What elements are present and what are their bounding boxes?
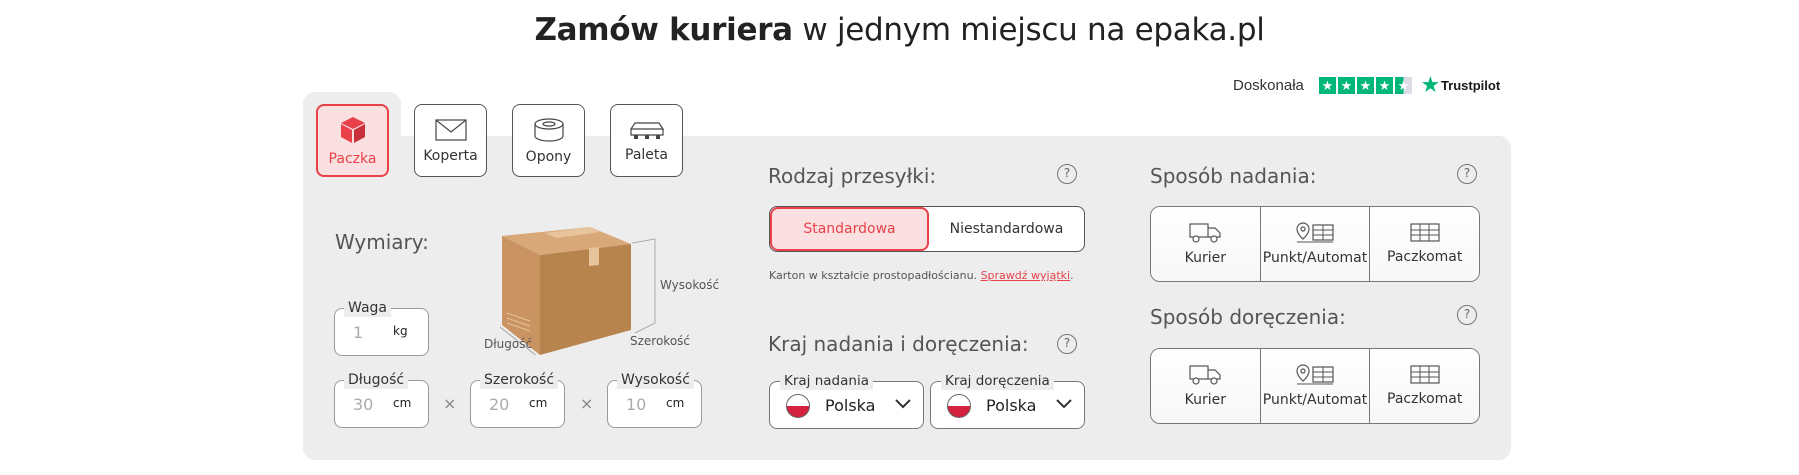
- trustpilot-logo: ★ Trustpilot: [1422, 76, 1500, 95]
- trustpilot-rating[interactable]: Doskonała ★ ★ ★ ★ ★ ★ Trustpilot: [1233, 76, 1500, 95]
- package-type-label: Koperta: [423, 147, 478, 164]
- note-text: Karton w kształcie prostopadłościanu.: [769, 269, 978, 282]
- chevron-down-icon: [1056, 399, 1072, 409]
- origin-country-label: Kraj nadania: [780, 372, 873, 390]
- weight-input[interactable]: 1: [353, 323, 363, 342]
- destination-country-value: Polska: [986, 396, 1037, 415]
- length-field[interactable]: Długość 30 cm: [334, 371, 429, 428]
- send-option-label: Kurier: [1184, 250, 1227, 266]
- weight-label: Waga: [344, 299, 391, 317]
- parcel-locker-icon: [1410, 365, 1440, 384]
- shipment-note: Karton w kształcie prostopadłościanu. Sp…: [769, 269, 1074, 282]
- send-option-punkt-automat[interactable]: Punkt/Automat: [1260, 207, 1371, 281]
- truck-icon: [1189, 223, 1221, 243]
- half-star-icon: ★: [1394, 77, 1412, 94]
- length-input[interactable]: 30: [353, 395, 373, 414]
- width-unit: cm: [529, 396, 548, 410]
- width-field[interactable]: Szerokość 20 cm: [470, 371, 565, 428]
- illus-height-label: Wysokość: [660, 278, 720, 292]
- countries-title: Kraj nadania i doręczenia:: [768, 332, 1029, 356]
- package-type-koperta[interactable]: Koperta: [414, 104, 487, 177]
- weight-field[interactable]: Waga 1 kg: [334, 299, 429, 356]
- delivery-option-kurier[interactable]: Kurier: [1151, 349, 1261, 423]
- star-icon: ★: [1337, 77, 1355, 94]
- delivery-method-title: Sposób doręczenia:: [1150, 305, 1346, 329]
- delivery-option-label: Kurier: [1184, 392, 1227, 408]
- trustpilot-star-icon: ★: [1421, 75, 1439, 96]
- help-icon[interactable]: ?: [1057, 334, 1077, 354]
- length-unit: cm: [393, 396, 412, 410]
- poland-flag-icon: [786, 394, 810, 418]
- poland-flag-icon: [947, 394, 971, 418]
- dimensions-title: Wymiary:: [335, 230, 429, 254]
- package-type-label: Paczka: [328, 150, 377, 167]
- height-field[interactable]: Wysokość 10 cm: [607, 371, 702, 428]
- rating-stars: ★ ★ ★ ★ ★: [1318, 77, 1412, 94]
- exceptions-link[interactable]: Sprawdź wyjątki: [981, 269, 1071, 282]
- headline-bold: Zamów kuriera: [534, 12, 793, 48]
- page-headline: Zamów kuriera w jednym miejscu na epaka.…: [0, 12, 1799, 48]
- option-standardowa[interactable]: Standardowa: [770, 207, 929, 251]
- send-option-paczkomat[interactable]: Paczkomat: [1370, 207, 1479, 281]
- package-type-paczka[interactable]: Paczka: [316, 104, 389, 177]
- pickup-point-icon: [1296, 222, 1334, 243]
- headline-rest: w jednym miejscu na epaka.pl: [792, 12, 1265, 48]
- help-icon[interactable]: ?: [1457, 305, 1477, 325]
- pallet-icon: [629, 121, 664, 139]
- package-type-label: Opony: [525, 148, 572, 165]
- star-icon: ★: [1318, 77, 1336, 94]
- illus-width-label: Szerokość: [630, 334, 691, 348]
- send-option-label: Punkt/Automat: [1262, 250, 1368, 266]
- origin-country-value: Polska: [825, 396, 876, 415]
- delivery-option-label: Paczkomat: [1387, 391, 1463, 407]
- option-niestandardowa[interactable]: Niestandardowa: [929, 207, 1084, 251]
- times-sign: ×: [443, 394, 457, 413]
- help-icon[interactable]: ?: [1057, 164, 1077, 184]
- truck-icon: [1189, 365, 1221, 385]
- times-sign: ×: [580, 394, 594, 413]
- delivery-option-punkt-automat[interactable]: Punkt/Automat: [1260, 349, 1371, 423]
- shipment-type-title: Rodzaj przesyłki:: [768, 164, 937, 188]
- shipment-type-toggle: Standardowa Niestandardowa: [769, 206, 1085, 252]
- weight-unit: kg: [393, 324, 408, 338]
- pickup-point-icon: [1296, 364, 1334, 385]
- width-label: Szerokość: [480, 371, 559, 389]
- trustpilot-brand: Trustpilot: [1440, 78, 1501, 93]
- send-method-title: Sposób nadania:: [1150, 164, 1317, 188]
- tire-icon: [533, 117, 564, 142]
- height-unit: cm: [666, 396, 685, 410]
- package-type-label: Paleta: [625, 146, 668, 163]
- package-type-opony[interactable]: Opony: [512, 104, 585, 177]
- illus-length-label: Długość: [484, 337, 533, 351]
- destination-country-label: Kraj doręczenia: [941, 372, 1054, 390]
- note-end: .: [1070, 269, 1074, 282]
- parcel-locker-icon: [1410, 223, 1440, 242]
- height-label: Wysokość: [617, 371, 694, 389]
- rating-label: Doskonała: [1233, 77, 1304, 94]
- box-icon: [340, 116, 365, 143]
- send-option-label: Paczkomat: [1387, 249, 1463, 265]
- envelope-icon: [434, 118, 467, 141]
- length-label: Długość: [344, 371, 409, 389]
- delivery-method-options: Kurier Punkt/Automat Paczkomat: [1150, 348, 1480, 424]
- star-icon: ★: [1375, 77, 1393, 94]
- width-input[interactable]: 20: [489, 395, 509, 414]
- help-icon[interactable]: ?: [1457, 164, 1477, 184]
- star-icon: ★: [1356, 77, 1374, 94]
- package-type-paleta[interactable]: Paleta: [610, 104, 683, 177]
- delivery-option-label: Punkt/Automat: [1262, 392, 1368, 408]
- send-option-kurier[interactable]: Kurier: [1151, 207, 1261, 281]
- chevron-down-icon: [895, 399, 911, 409]
- origin-country-select[interactable]: Kraj nadania Polska: [769, 372, 924, 429]
- destination-country-select[interactable]: Kraj doręczenia Polska: [930, 372, 1085, 429]
- delivery-option-paczkomat[interactable]: Paczkomat: [1370, 349, 1479, 423]
- height-input[interactable]: 10: [626, 395, 646, 414]
- send-method-options: Kurier Punkt/Automat Paczkomat: [1150, 206, 1480, 282]
